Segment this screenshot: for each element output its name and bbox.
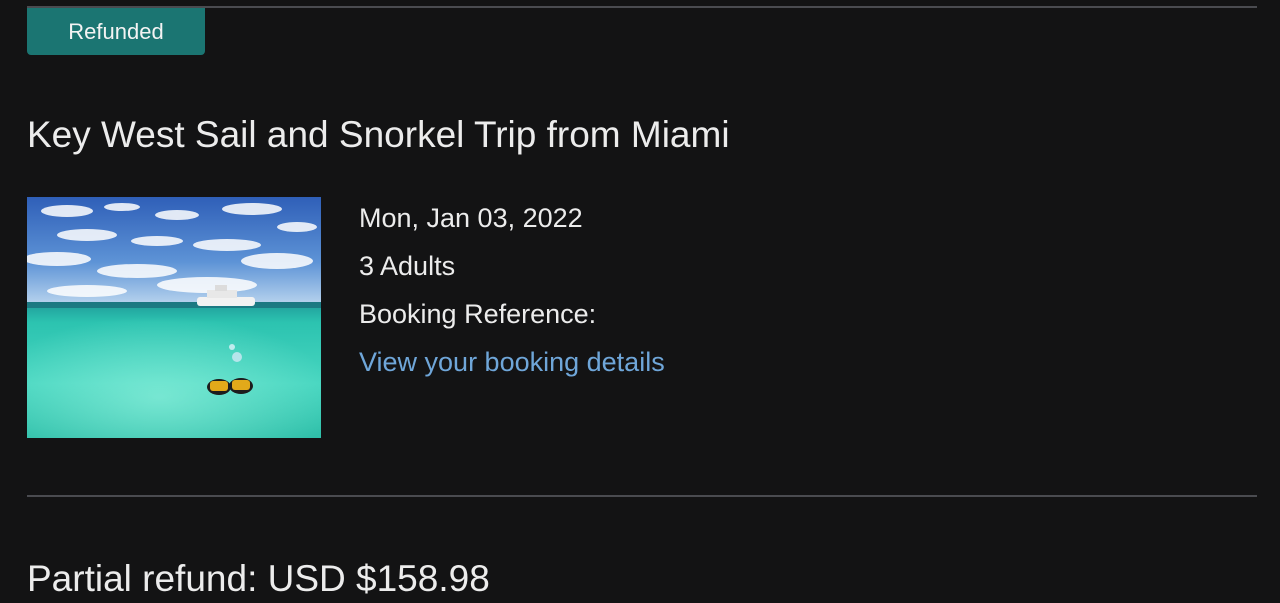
booking-details: Mon, Jan 03, 2022 3 Adults Booking Refer…: [359, 194, 665, 386]
status-badge: Refunded: [27, 8, 205, 55]
section-divider: [27, 495, 1257, 497]
top-divider: [27, 6, 1257, 8]
traveler-count: 3 Adults: [359, 251, 456, 281]
trip-date: Mon, Jan 03, 2022: [359, 203, 583, 233]
view-booking-details-link[interactable]: View your booking details: [359, 347, 665, 377]
booking-reference-label: Booking Reference:: [359, 299, 597, 329]
trip-photo[interactable]: [27, 197, 321, 438]
refund-amount: Partial refund: USD $158.98: [27, 558, 490, 599]
trip-title: Key West Sail and Snorkel Trip from Miam…: [27, 114, 730, 155]
